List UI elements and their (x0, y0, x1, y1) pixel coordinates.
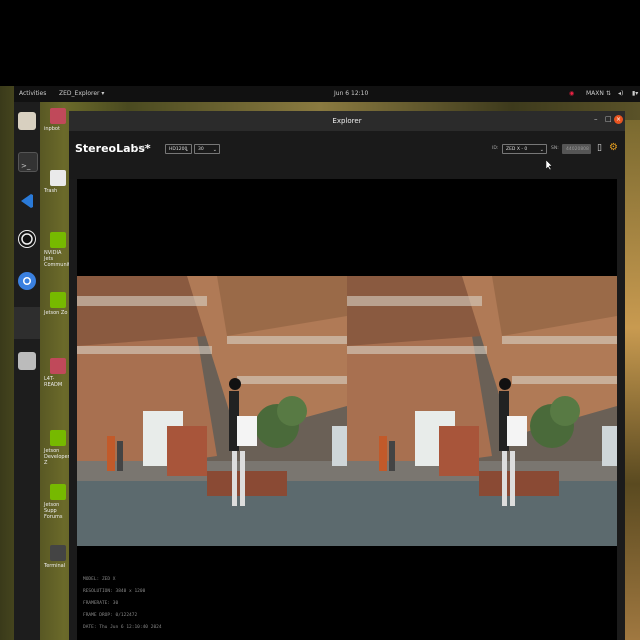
camera-resolution: RESOLUTION: 3840 x 1200 (83, 589, 146, 594)
desktop-icon[interactable]: NVIDIA Jets Community (44, 232, 73, 268)
fps-select[interactable]: 30 ⌄ (194, 144, 220, 154)
left-camera-view (77, 276, 347, 546)
power-mode[interactable]: MAXN (586, 90, 604, 97)
trash-icon (50, 170, 66, 186)
serial-number-field: 44020808 (562, 144, 591, 154)
chromium-icon[interactable] (18, 272, 36, 290)
window-titlebar[interactable]: Explorer – □ × (69, 111, 625, 131)
desktop-icon[interactable]: L4T-READM (44, 358, 70, 388)
nvidia-icon[interactable]: ◉ (569, 90, 574, 97)
nvidia-icon (50, 292, 66, 308)
files-icon[interactable] (18, 112, 36, 130)
maximize-icon[interactable]: □ (605, 115, 612, 123)
desktop-icon[interactable]: Jetson Supp Forums (44, 484, 70, 520)
chevron-down-icon: ⌄ (212, 147, 217, 153)
gear-icon[interactable]: ⚙ (609, 142, 618, 153)
minimize-icon[interactable]: – (594, 115, 598, 123)
live-label: LIVE (136, 146, 146, 151)
app-menu[interactable]: ZED_Explorer ▾ (59, 90, 104, 97)
camera-model: MODEL: ZED X (83, 577, 116, 582)
window-title: Explorer (332, 117, 362, 125)
explorer-window: Explorer – □ × StereoLabs* LIVE HD1200 ⌄ … (69, 111, 625, 640)
nvidia-icon (50, 232, 66, 248)
chevron-down-icon: ⌄ (539, 147, 544, 153)
desktop-icon[interactable]: Trash (44, 170, 70, 194)
dock: >_ (14, 102, 40, 640)
camera-frame-drop: FRAME DROP: 0/122472 (83, 613, 138, 618)
blank-icon[interactable] (14, 307, 40, 339)
folder-icon (50, 108, 66, 124)
desktop-icon[interactable]: inpbot (44, 108, 70, 132)
camera-id-select[interactable]: ZED X - 0 ⌄ (502, 144, 547, 154)
nvidia-icon (50, 430, 66, 446)
top-bar: Activities ZED_Explorer ▾ Jun 6 12:10 ◉ … (14, 86, 640, 102)
camera-framerate: FRAMERATE: 30 (83, 601, 119, 606)
sn-label: SN: (551, 146, 559, 151)
activities-button[interactable]: Activities (19, 90, 46, 97)
id-label: ID: (492, 146, 499, 151)
desktop-icon[interactable]: Jetson Developer Z (44, 430, 70, 466)
nvidia-icon (50, 484, 66, 500)
mouse-cursor-icon (546, 160, 552, 170)
document-icon (50, 358, 66, 374)
drive-icon[interactable] (18, 352, 36, 370)
resolution-select[interactable]: HD1200 ⌄ (165, 144, 192, 154)
terminal-icon (50, 545, 66, 561)
record-icon[interactable]: ▯ (597, 143, 602, 153)
desktop-icon[interactable]: Jetson Zo (44, 292, 70, 316)
battery-icon[interactable]: ▮▾ (632, 90, 638, 97)
volume-icon[interactable]: ◂) (618, 90, 623, 97)
toolbar: StereoLabs* LIVE HD1200 ⌄ 30 ⌄ ID: ZED X -… (69, 131, 625, 179)
camera-date: DATE: Thu Jun 6 12:10:40 2024 (83, 625, 162, 630)
terminal-icon[interactable]: >_ (18, 152, 38, 172)
network-icon[interactable]: ⇅ (606, 90, 611, 97)
desktop-icon[interactable]: Terminal (44, 545, 70, 569)
camera-viewer: MODEL: ZED X RESOLUTION: 3840 x 1200 FRA… (77, 179, 617, 640)
right-camera-view (347, 276, 617, 546)
obs-icon[interactable] (18, 230, 36, 248)
close-icon[interactable]: × (614, 115, 623, 124)
clock[interactable]: Jun 6 12:10 (334, 90, 368, 97)
chevron-down-icon: ⌄ (184, 147, 189, 153)
vscode-icon[interactable] (18, 192, 36, 210)
